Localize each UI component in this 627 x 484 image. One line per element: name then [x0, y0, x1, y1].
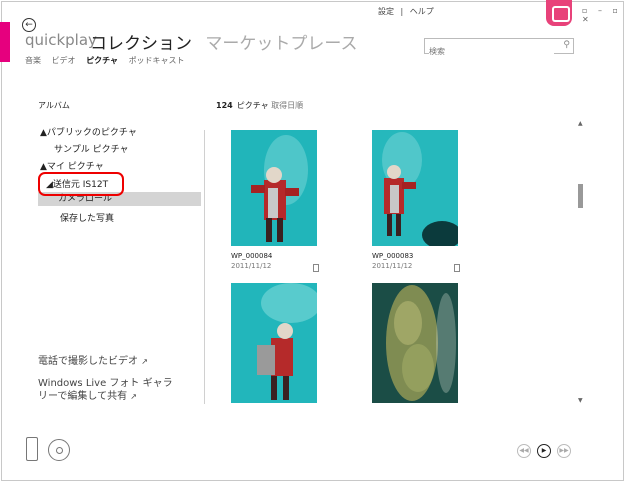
subtab-pictures[interactable]: ピクチャ [86, 56, 118, 65]
pane-divider [204, 130, 205, 404]
titlebar-links: 設定 | ヘルプ [378, 7, 434, 16]
subtab-video[interactable]: ビデオ [52, 56, 76, 65]
app-logo-icon [546, 0, 572, 26]
external-link-icon: ↗ [141, 357, 148, 366]
photo-thumbnail[interactable] [231, 130, 317, 246]
photo-thumbnail[interactable] [372, 283, 458, 403]
settings-link[interactable]: 設定 [378, 7, 394, 16]
disc-icon[interactable] [48, 439, 70, 461]
tree-public-pictures[interactable]: ▲パブリックのピクチャ [40, 125, 137, 138]
scroll-down-arrow-icon[interactable]: ▼ [578, 397, 583, 404]
sort-selector[interactable]: 取得日順 [271, 101, 303, 110]
diver-photo [231, 283, 317, 403]
link-phone-videos[interactable]: 電話で撮影したビデオ ↗ [38, 352, 173, 367]
tab-collection[interactable]: コレクション [90, 34, 192, 54]
photo-name: WP_000083 [372, 252, 414, 260]
tab-marketplace[interactable]: マーケットプレース [205, 34, 357, 54]
search-icon[interactable]: ⚲ [563, 40, 570, 50]
tree-sample-pictures[interactable]: サンプル ピクチャ [54, 142, 129, 155]
next-icon[interactable]: ▶▶ [557, 444, 571, 458]
photo-thumbnail[interactable] [231, 283, 317, 403]
fish-school-photo [372, 283, 458, 403]
search-box[interactable]: ⚲ [424, 38, 574, 58]
content-scrollbar[interactable]: ▲ ▼ [578, 120, 584, 404]
phone-icon [313, 264, 319, 272]
photo-thumbnail[interactable] [372, 130, 458, 246]
phone-icon[interactable] [26, 437, 38, 461]
scroll-up-arrow-icon[interactable]: ▲ [578, 120, 583, 127]
picture-count-label: ピクチャ [236, 101, 269, 110]
scroll-thumb[interactable] [578, 184, 583, 208]
subtab-podcast[interactable]: ポッドキャスト [129, 56, 185, 65]
sidebar-links: 電話で撮影したビデオ ↗ Windows Live フォト ギャラ リーで編集して… [38, 352, 173, 413]
back-arrow-icon[interactable]: ← [22, 18, 36, 32]
diver-photo [231, 130, 317, 246]
sidebar-title: アルバム [38, 101, 70, 110]
search-input[interactable] [429, 45, 554, 58]
photo-date: 2011/11/12 [231, 262, 272, 270]
highlight-annotation [38, 172, 124, 196]
tree-my-pictures[interactable]: ▲マイ ピクチャ [40, 159, 104, 172]
diver-photo [372, 130, 458, 246]
window-controls[interactable]: ▫ – ▫ ✕ [582, 6, 627, 24]
link-live-gallery[interactable]: Windows Live フォト ギャラ リーで編集して共有 ↗ [38, 377, 173, 403]
main-tabs: コレクション マーケットプレース [90, 29, 358, 54]
sub-tabs: 音楽 ビデオ ピクチャ ポッドキャスト [25, 55, 193, 66]
subtab-music[interactable]: 音楽 [25, 56, 41, 65]
phone-icon [454, 264, 460, 272]
picture-count: 124 [216, 101, 233, 110]
external-link-icon: ↗ [130, 392, 137, 401]
photo-name: WP_000084 [231, 252, 273, 260]
tree-saved-pictures[interactable]: 保存した写真 [60, 211, 114, 224]
photo-date: 2011/11/12 [372, 262, 413, 270]
previous-icon[interactable]: ◀◀ [517, 444, 531, 458]
play-icon[interactable]: ▶ [537, 444, 551, 458]
brand-label[interactable]: quickplay [25, 31, 97, 49]
content-header: 124 ピクチャ 取得日順 [216, 100, 303, 111]
accent-stripe [0, 22, 10, 62]
help-link[interactable]: ヘルプ [410, 7, 434, 16]
